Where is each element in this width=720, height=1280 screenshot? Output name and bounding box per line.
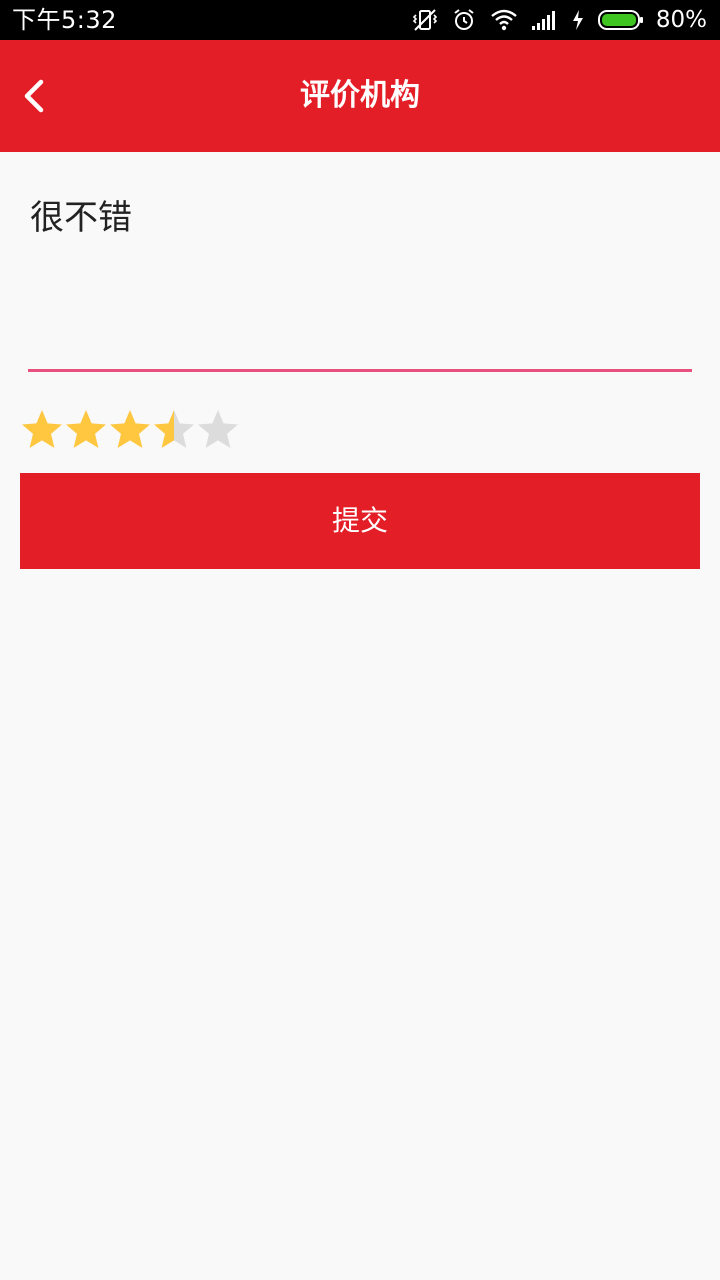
page-title: 评价机构 — [300, 78, 420, 113]
chevron-left-icon — [24, 79, 44, 113]
star-icon[interactable] — [20, 408, 64, 454]
status-time: 下午5:32 — [12, 6, 117, 34]
status-icons: 80% — [412, 0, 720, 40]
signal-icon — [531, 10, 558, 30]
star-icon[interactable] — [64, 408, 108, 454]
wifi-icon — [490, 9, 518, 31]
battery-icon — [597, 9, 644, 31]
star-icon[interactable] — [108, 408, 152, 454]
submit-button[interactable]: 提交 — [20, 473, 700, 569]
star-icon[interactable] — [152, 408, 196, 454]
comment-input[interactable]: 很不错 — [28, 180, 692, 372]
charging-icon — [572, 10, 584, 30]
star-rating-bar[interactable] — [20, 408, 240, 454]
vibrate-off-icon — [412, 8, 438, 32]
back-button[interactable] — [10, 70, 58, 122]
battery-percent: 80% — [655, 7, 707, 33]
title-bar: 评价机构 — [0, 40, 720, 152]
star-icon[interactable] — [196, 408, 240, 454]
status-bar: 下午5:32 80% — [0, 0, 720, 40]
alarm-icon — [452, 8, 476, 32]
